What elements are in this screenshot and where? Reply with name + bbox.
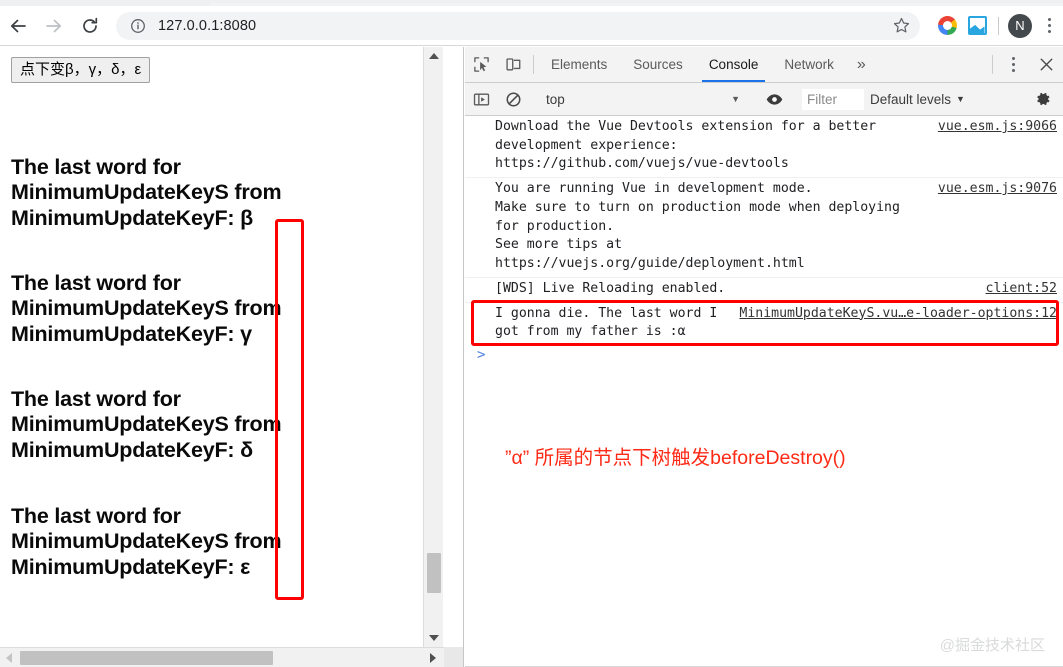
filter-input[interactable]: Filter: [802, 88, 864, 110]
word-block-line2: MinimumUpdateKeyS from: [11, 296, 282, 321]
console-prompt-chevron-icon: >: [477, 347, 486, 364]
console-message-source[interactable]: MinimumUpdateKeyS.vu…e-loader-options:12: [739, 305, 1057, 324]
tab-label: Elements: [551, 57, 608, 72]
console-message[interactable]: You are running Vue in development mode.…: [465, 178, 1063, 278]
devtools-kebab-menu-icon[interactable]: [997, 47, 1029, 82]
tab-label: Sources: [633, 57, 683, 72]
browser-toolbar: 127.0.0.1:8080 N: [0, 6, 1063, 46]
word-block-line1: The last word for: [11, 504, 181, 528]
word-block: The last word for MinimumUpdateKeyS from M…: [11, 271, 341, 347]
tab-network[interactable]: Network: [771, 47, 847, 82]
chevron-down-icon: ▼: [731, 94, 740, 104]
console-log-list[interactable]: Download the Vue Devtools extension for …: [465, 116, 1063, 667]
horizontal-scrollbar-thumb[interactable]: [20, 651, 273, 665]
back-button[interactable]: [0, 8, 36, 44]
red-annotation-text: ”α” 所属的节点下树触发beforeDestroy(): [505, 447, 846, 469]
console-prompt[interactable]: >: [465, 345, 1063, 365]
close-icon[interactable]: [1029, 47, 1063, 82]
log-levels-select[interactable]: Default levels ▼: [870, 92, 965, 107]
word-block-line2: MinimumUpdateKeyS from: [11, 412, 282, 437]
page-document: 点下变β，γ，δ，ε The last word for MinimumUpdat…: [0, 47, 443, 647]
back-arrow-icon: [8, 16, 28, 36]
extension-icon-group: N: [924, 11, 1063, 41]
word-block: The last word for MinimumUpdateKeyS from M…: [11, 155, 341, 231]
forward-arrow-icon: [44, 16, 64, 36]
live-expression-eye-icon[interactable]: [757, 90, 791, 109]
page-vertical-scrollbar[interactable]: [423, 47, 443, 647]
word-block-line3: MinimumUpdateKeyF: γ: [11, 321, 252, 346]
toolbar-divider: [998, 16, 999, 35]
console-message-text: Download the Vue Devtools extension for …: [495, 119, 877, 172]
clear-console-icon[interactable]: [497, 91, 529, 108]
devtools-tabbar: Elements Sources Console Network »: [465, 47, 1063, 83]
reload-button[interactable]: [72, 8, 108, 44]
reload-icon: [80, 16, 100, 36]
avatar[interactable]: N: [1005, 11, 1035, 41]
more-tabs-chevron-icon[interactable]: »: [847, 47, 876, 82]
gear-icon[interactable]: [1027, 90, 1059, 108]
word-block-line3: MinimumUpdateKeyF: ε: [11, 554, 251, 579]
devtools-tabbar-right: [988, 47, 1063, 82]
word-block-line1: The last word for: [11, 387, 181, 411]
bookmark-star-icon[interactable]: [888, 13, 914, 39]
console-message-source[interactable]: vue.esm.js:9066: [938, 118, 1057, 137]
console-message-highlighted[interactable]: I gonna die. The last word I got from my…: [465, 303, 1063, 345]
execution-context-value: top: [546, 91, 565, 107]
forward-button[interactable]: [36, 8, 72, 44]
console-message[interactable]: Download the Vue Devtools extension for …: [465, 116, 1063, 179]
page-info-icon[interactable]: [128, 16, 148, 36]
tab-console[interactable]: Console: [696, 47, 772, 82]
page-horizontal-scrollbar[interactable]: [0, 647, 463, 667]
blue-window-extension-icon[interactable]: [962, 11, 992, 41]
console-message-text: You are running Vue in development mode.…: [495, 181, 900, 272]
vertical-scrollbar-thumb[interactable]: [427, 553, 441, 593]
page-viewport: 点下变β，γ，δ，ε The last word for MinimumUpdat…: [0, 47, 464, 667]
devtools-panel: Elements Sources Console Network » top ▼…: [465, 47, 1063, 667]
tab-label: Console: [708, 57, 759, 72]
console-message-text: I gonna die. The last word I got from my…: [495, 305, 726, 340]
scroll-down-arrow-icon[interactable]: [424, 629, 443, 647]
log-levels-label: Default levels: [870, 91, 952, 107]
tab-label: Network: [784, 57, 834, 72]
console-message-source[interactable]: client:52: [986, 280, 1057, 299]
word-block-line2: MinimumUpdateKeyS from: [11, 529, 282, 554]
word-block-line1: The last word for: [11, 271, 181, 295]
address-bar-url[interactable]: 127.0.0.1:8080: [158, 18, 256, 34]
tab-elements[interactable]: Elements: [538, 47, 620, 82]
word-block-line3: MinimumUpdateKeyF: δ: [11, 437, 253, 462]
word-block: The last word for MinimumUpdateKeyS from M…: [11, 387, 341, 463]
address-bar[interactable]: 127.0.0.1:8080: [116, 11, 920, 40]
word-block-line3: MinimumUpdateKeyF: β: [11, 205, 254, 230]
toggle-greek-button[interactable]: 点下变β，γ，δ，ε: [11, 57, 151, 84]
console-sidebar-toggle-icon[interactable]: [465, 91, 497, 108]
scroll-right-arrow-icon[interactable]: [424, 648, 442, 667]
devtools-divider: [533, 55, 534, 74]
scrollbar-corner: [444, 647, 463, 667]
watermark: @掘金技术社区: [939, 637, 1045, 654]
kebab-menu-icon[interactable]: [1035, 12, 1063, 40]
console-filter-bar: top ▼ Filter Default levels ▼: [465, 83, 1063, 116]
device-toolbar-icon[interactable]: [497, 47, 529, 82]
browser-window: 127.0.0.1:8080 N 点下变β，γ，δ，ε The last wor…: [0, 0, 1063, 667]
google-extension-icon[interactable]: [932, 11, 962, 41]
word-block-line1: The last word for: [11, 155, 181, 179]
word-block-line2: MinimumUpdateKeyS from: [11, 180, 282, 205]
console-message-text: [WDS] Live Reloading enabled.: [495, 280, 726, 296]
execution-context-select[interactable]: top ▼: [538, 88, 748, 110]
avatar-initial: N: [1008, 13, 1032, 38]
word-block: The last word for MinimumUpdateKeyS from M…: [11, 504, 341, 580]
console-message[interactable]: [WDS] Live Reloading enabled. client:52: [465, 278, 1063, 303]
console-message-source[interactable]: vue.esm.js:9076: [938, 180, 1057, 199]
tab-sources[interactable]: Sources: [620, 47, 696, 82]
scroll-left-arrow-icon[interactable]: [0, 648, 18, 667]
inspect-element-icon[interactable]: [465, 47, 497, 82]
chevron-down-icon: ▼: [956, 94, 965, 104]
devtools-divider: [992, 55, 993, 74]
scroll-up-arrow-icon[interactable]: [424, 47, 443, 65]
